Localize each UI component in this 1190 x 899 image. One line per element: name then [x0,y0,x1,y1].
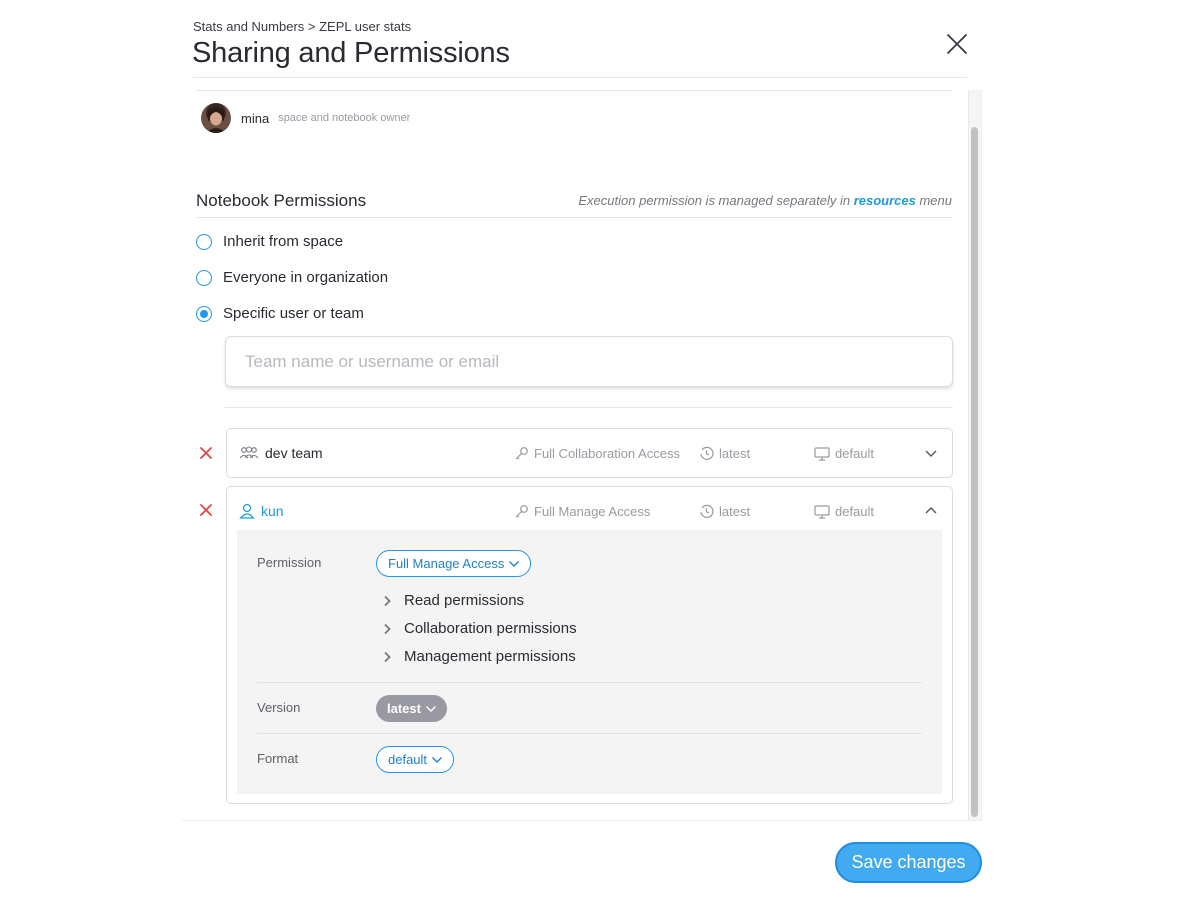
detail-divider [257,733,922,734]
radio-label: Inherit from space [223,233,344,250]
version-label: latest [719,445,751,461]
search-divider [225,407,953,408]
format-label: default [835,445,875,461]
member-card-dev-team[interactable]: dev team Full Collaboration Access lates… [226,428,953,478]
execution-note: Execution permission is managed separate… [578,193,952,208]
member-header[interactable]: dev team Full Collaboration Access lates… [227,429,952,477]
permission-value: Full Manage Access [388,556,505,571]
member-header[interactable]: kun Full Manage Access latest default [227,487,952,535]
owner-role: space and notebook owner [278,112,411,124]
permissions-scroll-region[interactable]: mina space and notebook owner Notebook P… [182,90,982,821]
radio-dot [200,309,208,318]
version-value: latest [387,701,421,716]
history-icon [700,504,714,518]
collaboration-permissions-item[interactable]: Collaboration permissions [383,620,577,637]
chevron-up-icon[interactable] [924,504,938,518]
header-divider [193,77,967,78]
version-label: latest [719,503,751,519]
radio-specific-user-or-team[interactable]: Specific user or team [196,305,364,322]
access-label: Full Collaboration Access [534,445,680,461]
radio-button[interactable] [196,269,212,286]
close-button[interactable] [944,31,970,57]
close-icon [947,34,967,54]
chevron-down-icon [509,560,520,567]
radio-label: Specific user or team [223,305,364,322]
monitor-icon [814,446,830,461]
management-permissions-item[interactable]: Management permissions [383,648,576,665]
user-icon [239,503,255,519]
format-label: Format [257,751,299,766]
member-name-group: kun [239,487,284,535]
detail-divider [257,682,922,683]
section-divider [196,217,952,218]
format-value: default [388,752,428,767]
format-dropdown[interactable]: default [376,746,455,773]
chevron-right-icon [384,595,391,606]
permission-label: Permission [257,555,322,570]
permission-dropdown[interactable]: Full Manage Access [376,550,532,577]
remove-icon [200,447,212,459]
member-name: dev team [265,445,323,461]
execution-note-text: Execution permission is managed separate… [578,193,854,208]
member-access: Full Manage Access [514,487,650,535]
monitor-icon [814,504,830,519]
radio-inherit-from-space[interactable]: Inherit from space [196,233,343,250]
history-icon [700,446,714,460]
owner-name: mina [241,110,270,126]
resources-link[interactable]: resources [854,193,916,208]
team-icon [239,446,259,459]
chevron-down-icon [432,756,443,763]
version-dropdown[interactable]: latest [376,695,447,722]
member-format: default [814,429,874,477]
remove-member-button[interactable] [199,446,213,460]
member-version: latest [699,429,750,477]
access-label: Full Manage Access [534,503,651,519]
chevron-down-icon[interactable] [924,446,938,460]
permission-group-label: Collaboration permissions [404,620,577,637]
member-name-group: dev team [239,429,323,477]
chevron-down-icon [425,705,436,712]
section-title: Notebook Permissions [196,191,367,210]
permission-group-label: Management permissions [404,648,576,665]
member-version: latest [699,487,750,535]
chevron-right-icon [384,651,391,662]
radio-everyone-in-organization[interactable]: Everyone in organization [196,269,388,286]
format-label: default [835,503,875,519]
permission-group-label: Read permissions [404,592,525,609]
top-divider [196,90,952,91]
radio-button-selected[interactable] [196,305,212,322]
member-search-input[interactable] [225,336,953,387]
execution-note-suffix: menu [915,193,952,208]
remove-icon [200,504,212,516]
version-label: Version [257,700,301,715]
remove-member-button[interactable] [199,503,213,517]
member-name: kun [261,503,284,519]
member-card-kun[interactable]: kun Full Manage Access latest default Pe… [226,486,953,804]
scrollbar[interactable] [968,90,981,820]
radio-label: Everyone in organization [223,269,389,286]
save-changes-button[interactable]: Save changes [835,842,982,883]
page-title: Sharing and Permissions [192,37,510,69]
key-icon [515,504,528,517]
breadcrumb[interactable]: Stats and Numbers > ZEPL user stats [193,19,411,34]
read-permissions-item[interactable]: Read permissions [383,592,524,609]
chevron-right-icon [384,623,391,634]
scrollbar-thumb[interactable] [971,127,978,817]
member-access: Full Collaboration Access [514,429,680,477]
radio-button[interactable] [196,233,212,250]
member-format: default [814,487,874,535]
avatar [201,103,231,133]
member-detail-panel: Permission Full Manage Access Read permi… [237,530,942,794]
key-icon [515,446,528,459]
owner-row: mina space and notebook owner [201,103,410,133]
